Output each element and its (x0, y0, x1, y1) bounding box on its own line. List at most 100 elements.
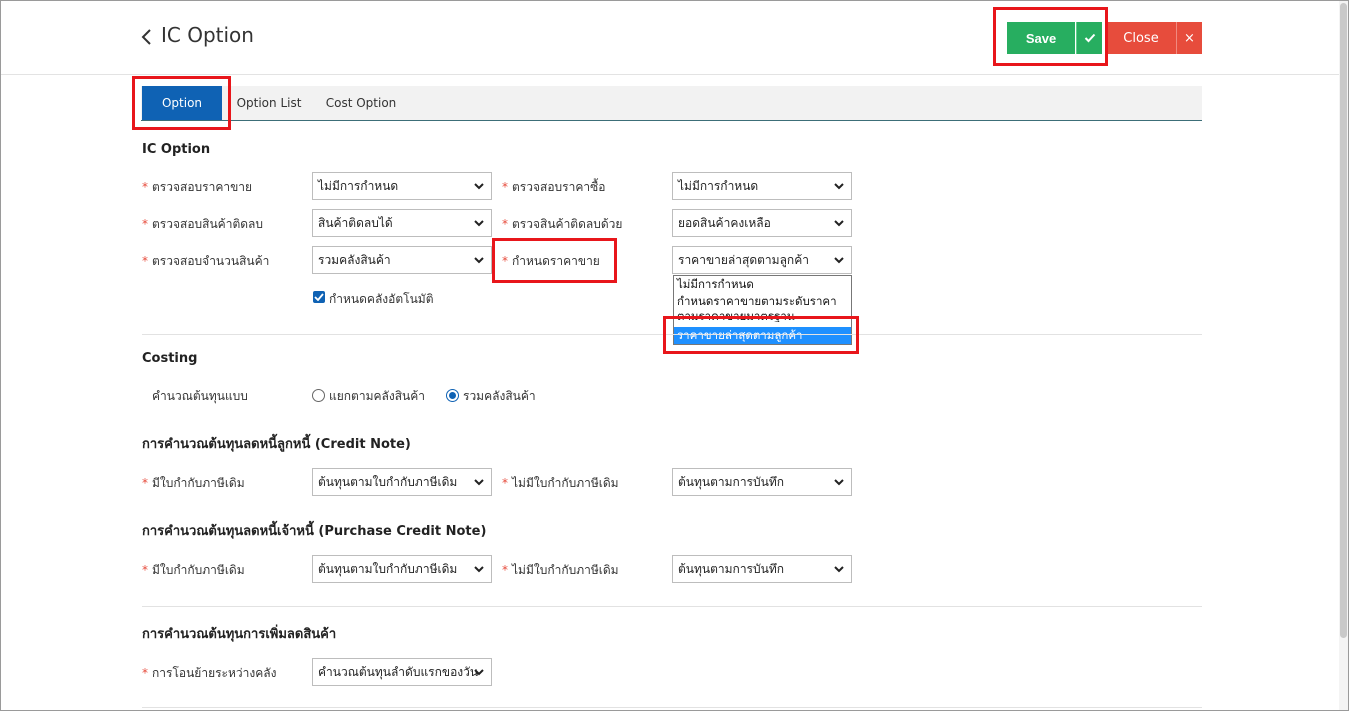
section-divider (142, 606, 1202, 607)
save-confirm-button[interactable] (1076, 22, 1102, 54)
check-negative-by-label: * ตรวจสินค้าติดลบด้วย (502, 215, 622, 234)
pcn-no-invoice-label: * ไม่มีใบกำกับภาษีเดิม (502, 561, 619, 580)
radio-combined-label: รวมคลังสินค้า (463, 389, 536, 403)
purchase-credit-note-section-title: การคำนวณต้นทุนลดหนี้เจ้าหนี้ (Purchase C… (142, 524, 487, 539)
tab-option[interactable]: Option (142, 86, 222, 120)
select-value: ไม่มีการกำหนด (678, 178, 759, 193)
select-value: คำนวณต้นทุนลำดับแรกของวัน (318, 664, 479, 679)
pcn-has-invoice-label: * มีใบกำกับภาษีเดิม (142, 561, 245, 580)
chevron-down-icon (834, 566, 844, 573)
label-text: ตรวจสอบราคาซื้อ (512, 180, 606, 194)
required-mark: * (142, 476, 148, 490)
check-icon (1084, 33, 1095, 43)
required-mark: * (502, 476, 508, 490)
radio-combined-warehouse[interactable] (446, 389, 459, 402)
chevron-down-icon (474, 183, 484, 190)
radio-separate-label: แยกตามคลังสินค้า (329, 389, 426, 403)
close-button[interactable]: Close (1106, 22, 1176, 54)
label-text: ไม่มีใบกำกับภาษีเดิม (512, 476, 619, 490)
dropdown-option[interactable]: ไม่มีการกำหนด (674, 276, 851, 293)
section-divider (142, 334, 1202, 335)
check-qty-label: * ตรวจสอบจำนวนสินค้า (142, 252, 269, 271)
chevron-down-icon (474, 669, 484, 676)
select-value: สินค้าติดลบได้ (318, 215, 393, 230)
dropdown-option[interactable]: ตามราคาขายมาตรฐาน (674, 310, 851, 322)
select-value: รวมคลังสินค้า (318, 252, 391, 267)
page-title: IC Option (161, 23, 254, 47)
app-window: IC Option Save Close × Option Option Lis… (0, 0, 1349, 711)
cn-no-invoice-select[interactable]: ต้นทุนตามการบันทึก (672, 468, 852, 496)
set-price-select[interactable]: ราคาขายล่าสุดตามลูกค้า (672, 246, 852, 274)
chevron-down-icon (474, 257, 484, 264)
auto-warehouse-label: กำหนดคลังอัตโนมัติ (329, 292, 434, 306)
check-qty-select[interactable]: รวมคลังสินค้า (312, 246, 492, 274)
select-value: ไม่มีการกำหนด (318, 178, 399, 193)
check-buy-price-select[interactable]: ไม่มีการกำหนด (672, 172, 852, 200)
check-sell-price-select[interactable]: ไม่มีการกำหนด (312, 172, 492, 200)
label-text: ตรวจสอบจำนวนสินค้า (152, 254, 270, 268)
cn-has-invoice-label: * มีใบกำกับภาษีเดิม (142, 474, 245, 493)
chevron-down-icon (474, 479, 484, 486)
tab-bar: Option Option List Cost Option (141, 86, 1202, 121)
select-value: ต้นทุนตามใบกำกับภาษีเดิม (318, 561, 458, 576)
scrollbar-thumb[interactable] (1340, 3, 1347, 638)
auto-warehouse-checkbox[interactable] (313, 291, 325, 303)
select-value: ยอดสินค้าคงเหลือ (678, 215, 771, 230)
back-chevron-icon[interactable] (140, 27, 154, 47)
check-sell-price-label: * ตรวจสอบราคาขาย (142, 178, 252, 197)
select-value: ต้นทุนตามการบันทึก (678, 474, 784, 489)
label-text: กำหนดราคาขาย (512, 254, 600, 268)
dropdown-option[interactable]: กำหนดราคาขายตามระดับราคา (674, 293, 851, 310)
required-mark: * (502, 563, 508, 577)
set-price-label: * กำหนดราคาขาย (502, 252, 600, 271)
cn-no-invoice-label: * ไม่มีใบกำกับภาษีเดิม (502, 474, 619, 493)
required-mark: * (142, 180, 148, 194)
transfer-select[interactable]: คำนวณต้นทุนลำดับแรกของวัน (312, 658, 492, 686)
select-value: ต้นทุนตามใบกำกับภาษีเดิม (318, 474, 458, 489)
close-x-icon[interactable]: × (1176, 22, 1202, 54)
dropdown-option-selected[interactable]: ราคาขายล่าสุดตามลูกค้า (674, 327, 851, 344)
required-mark: * (142, 666, 148, 680)
label-text: ไม่มีใบกำกับภาษีเดิม (512, 563, 619, 577)
chevron-down-icon (834, 479, 844, 486)
label-text: การโอนย้ายระหว่างคลัง (152, 666, 277, 680)
transfer-label: * การโอนย้ายระหว่างคลัง (142, 664, 276, 683)
stock-adjust-section-title: การคำนวณต้นทุนการเพิ่มลดสินค้า (142, 627, 337, 642)
check-negative-select[interactable]: สินค้าติดลบได้ (312, 209, 492, 237)
radio-separate-warehouse[interactable] (312, 389, 325, 402)
ic-option-section-title: IC Option (142, 142, 211, 157)
check-buy-price-label: * ตรวจสอบราคาซื้อ (502, 178, 605, 197)
pcn-no-invoice-select[interactable]: ต้นทุนตามการบันทึก (672, 555, 852, 583)
tab-option-list[interactable]: Option List (229, 86, 309, 120)
label-text: มีใบกำกับภาษีเดิม (152, 563, 245, 577)
pcn-has-invoice-select[interactable]: ต้นทุนตามใบกำกับภาษีเดิม (312, 555, 492, 583)
required-mark: * (142, 563, 148, 577)
chevron-down-icon (474, 220, 484, 227)
chevron-down-icon (474, 566, 484, 573)
label-text: ตรวจสินค้าติดลบด้วย (512, 217, 623, 231)
tab-cost-option[interactable]: Cost Option (321, 86, 401, 120)
check-icon (314, 293, 324, 301)
label-text: ตรวจสอบสินค้าติดลบ (152, 217, 264, 231)
select-value: ราคาขายล่าสุดตามลูกค้า (678, 252, 809, 267)
required-mark: * (142, 217, 148, 231)
required-mark: * (502, 217, 508, 231)
check-negative-by-select[interactable]: ยอดสินค้าคงเหลือ (672, 209, 852, 237)
chevron-down-icon (834, 257, 844, 264)
save-button[interactable]: Save (1007, 22, 1075, 54)
required-mark: * (142, 254, 148, 268)
required-mark: * (502, 180, 508, 194)
section-divider (142, 707, 1202, 708)
costing-section-title: Costing (142, 351, 198, 366)
credit-note-section-title: การคำนวณต้นทุนลดหนี้ลูกหนี้ (Credit Note… (142, 437, 411, 452)
label-text: ตรวจสอบราคาขาย (152, 180, 253, 194)
cn-has-invoice-select[interactable]: ต้นทุนตามใบกำกับภาษีเดิม (312, 468, 492, 496)
label-text: มีใบกำกับภาษีเดิม (152, 476, 245, 490)
chevron-down-icon (834, 183, 844, 190)
select-value: ต้นทุนตามการบันทึก (678, 561, 784, 576)
page-header: IC Option Save Close × (1, 1, 1348, 75)
check-negative-label: * ตรวจสอบสินค้าติดลบ (142, 215, 263, 234)
required-mark: * (502, 254, 508, 268)
calc-method-label: คำนวณต้นทุนแบบ (152, 389, 248, 403)
chevron-down-icon (834, 220, 844, 227)
